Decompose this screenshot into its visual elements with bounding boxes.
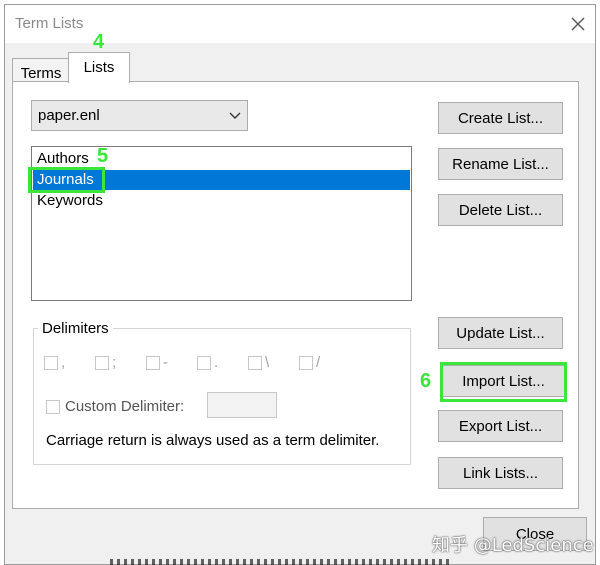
library-select-value: paper.enl (38, 107, 100, 124)
delimiter-comma-checkbox[interactable] (44, 356, 58, 370)
cropped-text-strip (110, 559, 450, 565)
custom-delimiter-label: Custom Delimiter: (65, 398, 185, 415)
delimiter-period-label: . (214, 354, 219, 371)
delimiter-semicolon-checkbox[interactable] (95, 356, 109, 370)
term-lists-listbox[interactable]: Authors Journals Keywords (31, 146, 412, 301)
delimiter-backslash-checkbox[interactable] (248, 356, 262, 370)
list-item-journals[interactable]: Journals (33, 170, 410, 190)
custom-delimiter-checkbox[interactable] (46, 400, 60, 414)
list-item-authors[interactable]: Authors (36, 149, 89, 169)
custom-delimiter-field[interactable] (207, 392, 277, 418)
delimiter-hyphen-label: - (163, 354, 168, 371)
export-list-button[interactable]: Export List... (438, 410, 563, 442)
delimiter-hyphen-checkbox[interactable] (146, 356, 160, 370)
step-4-label: 4 (93, 31, 105, 53)
tab-lists[interactable]: Lists (68, 52, 130, 83)
delimiter-slash-checkbox[interactable] (299, 356, 313, 370)
close-icon[interactable] (563, 9, 593, 39)
import-list-button[interactable]: Import List... (441, 365, 566, 397)
delimiters-legend: Delimiters (38, 320, 113, 337)
link-lists-button[interactable]: Link Lists... (438, 457, 563, 489)
window-title: Term Lists (15, 15, 84, 32)
delimiter-note: Carriage return is always used as a term… (46, 432, 380, 449)
library-select[interactable]: paper.enl (31, 100, 248, 131)
step-6-label: 6 (420, 370, 432, 392)
delimiter-comma-label: , (61, 354, 66, 371)
watermark: 知乎 @LedScience (432, 535, 594, 556)
rename-list-button[interactable]: Rename List... (438, 148, 563, 180)
list-item-keywords[interactable]: Keywords (36, 191, 103, 211)
delete-list-button[interactable]: Delete List... (438, 194, 563, 226)
create-list-button[interactable]: Create List... (438, 102, 563, 134)
delimiter-backslash-label: \ (265, 354, 270, 371)
chevron-down-icon (229, 108, 241, 125)
update-list-button[interactable]: Update List... (438, 317, 563, 349)
delimiter-slash-label: / (316, 354, 321, 371)
delimiter-period-checkbox[interactable] (197, 356, 211, 370)
step-5-label: 5 (97, 145, 109, 167)
delimiter-semicolon-label: ; (112, 354, 117, 371)
tab-terms[interactable]: Terms (12, 58, 70, 82)
